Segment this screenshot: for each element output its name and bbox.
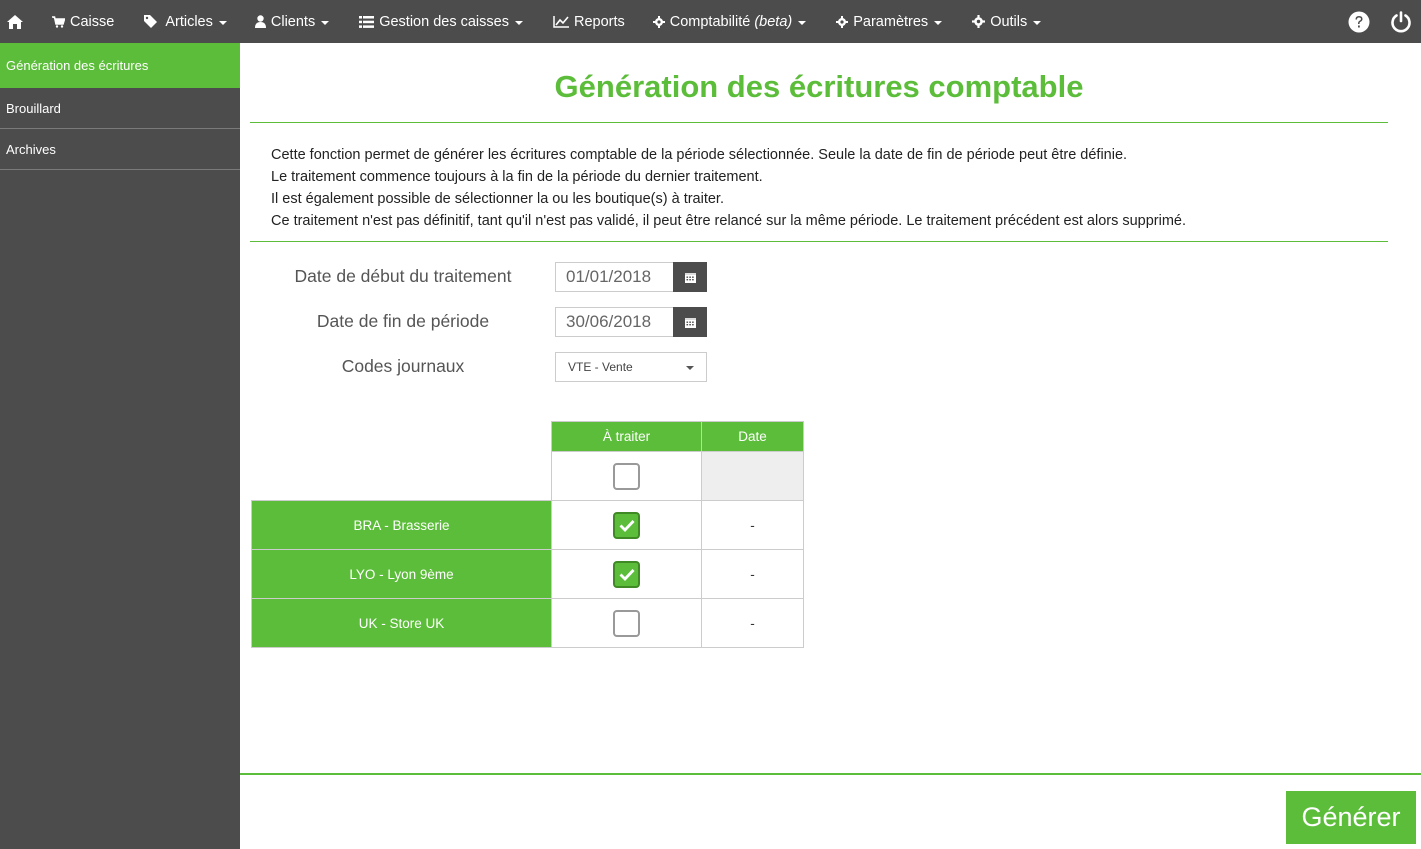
help-button[interactable] xyxy=(1337,0,1381,43)
sidebar-item-generation[interactable]: Génération des écritures xyxy=(0,43,240,88)
nav-reports-label: Reports xyxy=(573,13,625,30)
start-date-calendar-button[interactable] xyxy=(673,262,707,292)
shop-name: LYO - Lyon 9ème xyxy=(251,549,552,599)
nav-comptabilite-label: Comptabilité xyxy=(669,13,751,30)
journal-codes-label: Codes journaux xyxy=(341,356,465,376)
nav-outils-label: Outils xyxy=(990,13,1028,30)
chevron-down-icon xyxy=(321,20,330,25)
check-icon xyxy=(619,519,635,532)
shop-date: - xyxy=(701,598,804,648)
select-all-checkbox[interactable] xyxy=(613,462,640,490)
gear-icon xyxy=(652,15,665,28)
journal-codes-select[interactable]: VTE - Vente xyxy=(555,352,707,382)
start-date-input[interactable]: 01/01/2018 xyxy=(555,262,674,292)
description-line: Ce traitement n'est pas définitif, tant … xyxy=(271,213,1187,229)
check-icon xyxy=(619,568,635,581)
generate-button[interactable]: Générer xyxy=(1286,791,1416,844)
nav-caisse-label: Caisse xyxy=(70,13,115,30)
main-content: Génération des écritures comptable Cette… xyxy=(240,43,1421,849)
table-cell-checkbox xyxy=(551,549,702,599)
chevron-down-icon xyxy=(934,20,943,25)
calendar-icon xyxy=(684,272,696,283)
table-header-a-traiter: À traiter xyxy=(551,421,702,452)
shops-table: À traiter Date BRA - Brasserie - LYO - L… xyxy=(251,421,804,648)
table-cell-checkbox xyxy=(551,451,702,501)
tags-icon xyxy=(144,15,160,28)
shop-name: BRA - Brasserie xyxy=(251,500,552,550)
chart-icon xyxy=(553,15,569,28)
question-circle-icon xyxy=(1348,11,1370,32)
cart-icon xyxy=(52,15,65,28)
nav-outils[interactable]: Outils xyxy=(956,0,1055,43)
table-cell-checkbox xyxy=(551,500,702,550)
top-navbar: Caisse Articles Clients Gestion des cais… xyxy=(0,0,1421,43)
shop-checkbox-uk[interactable] xyxy=(613,609,640,637)
sidebar-item-label: Brouillard xyxy=(6,100,61,116)
table-header-blank xyxy=(252,422,552,452)
list-icon xyxy=(359,15,375,28)
nav-clients[interactable]: Clients xyxy=(241,0,343,43)
title-divider xyxy=(250,122,1388,123)
chevron-down-icon xyxy=(218,20,227,25)
nav-gestion-caisses-label: Gestion des caisses xyxy=(379,13,509,30)
user-icon xyxy=(254,15,266,28)
footer-divider xyxy=(240,773,1421,775)
gear-icon xyxy=(836,15,849,28)
page-title: Génération des écritures comptable xyxy=(554,69,1084,104)
description: Cette fonction permet de générer les écr… xyxy=(271,144,1186,232)
beta-tag: (beta) xyxy=(754,13,793,30)
start-date-label: Date de début du traitement xyxy=(294,266,512,286)
journal-codes-value: VTE - Vente xyxy=(568,360,633,374)
sidebar-item-label: Génération des écritures xyxy=(6,57,149,73)
table-header-row: À traiter Date xyxy=(252,421,804,452)
nav-right-actions xyxy=(1337,0,1421,43)
table-row: BRA - Brasserie - xyxy=(251,500,804,550)
shop-name: UK - Store UK xyxy=(251,598,552,648)
nav-articles[interactable]: Articles xyxy=(128,0,241,43)
nav-clients-label: Clients xyxy=(270,13,316,30)
end-date-input[interactable]: 30/06/2018 xyxy=(555,307,674,337)
nav-parametres-label: Paramètres xyxy=(853,13,929,30)
nav-articles-label: Articles xyxy=(165,13,213,30)
chevron-down-icon xyxy=(798,20,807,25)
chevron-down-icon xyxy=(1033,20,1042,25)
shop-date: - xyxy=(701,549,804,599)
nav-comptabilite[interactable]: Comptabilité (beta) xyxy=(639,0,820,43)
table-header-date: Date xyxy=(701,421,804,452)
description-line: Il est également possible de sélectionne… xyxy=(271,191,724,207)
shop-checkbox-bra[interactable] xyxy=(613,511,640,539)
shop-checkbox-lyo[interactable] xyxy=(613,560,640,588)
description-divider xyxy=(250,241,1388,242)
sidebar-item-label: Archives xyxy=(6,141,56,157)
power-button[interactable] xyxy=(1381,0,1421,43)
nav-caisse[interactable]: Caisse xyxy=(30,0,128,43)
home-button[interactable] xyxy=(0,0,30,43)
power-icon xyxy=(1391,10,1411,32)
nav-reports[interactable]: Reports xyxy=(537,0,639,43)
end-date-calendar-button[interactable] xyxy=(673,307,707,337)
description-line: Le traitement commence toujours à la fin… xyxy=(271,169,763,185)
chevron-down-icon xyxy=(514,20,523,25)
nav-parametres[interactable]: Paramètres xyxy=(820,0,956,43)
table-cell-date xyxy=(701,451,804,501)
sidebar-item-archives[interactable]: Archives xyxy=(0,129,240,170)
table-cell-checkbox xyxy=(551,598,702,648)
table-row: UK - Store UK - xyxy=(251,598,804,648)
sidebar-item-brouillard[interactable]: Brouillard xyxy=(0,88,240,129)
table-row: LYO - Lyon 9ème - xyxy=(251,549,804,599)
description-line: Cette fonction permet de générer les écr… xyxy=(271,147,1128,163)
table-row-select-all xyxy=(251,451,804,501)
table-cell-blank xyxy=(251,451,552,501)
shop-date: - xyxy=(701,500,804,550)
nav-gestion-caisses[interactable]: Gestion des caisses xyxy=(343,0,537,43)
calendar-icon xyxy=(684,317,696,328)
end-date-label: Date de fin de période xyxy=(316,311,490,331)
sidebar: Génération des écritures Brouillard Arch… xyxy=(0,43,240,849)
gear-icon xyxy=(972,15,986,28)
home-icon xyxy=(7,14,23,29)
chevron-down-icon xyxy=(686,366,694,370)
